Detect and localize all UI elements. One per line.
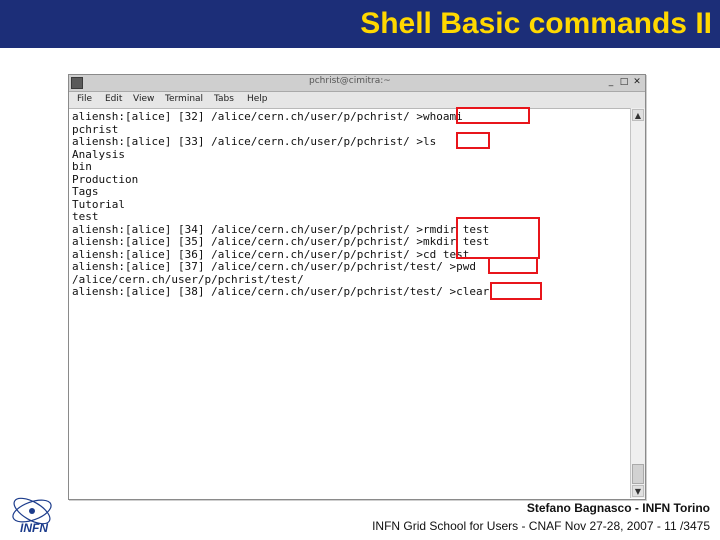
scroll-down-arrow-icon[interactable]: ▼ — [632, 485, 644, 497]
terminal-line: Tags — [72, 185, 99, 198]
terminal-line: Production — [72, 172, 139, 186]
terminal-line: Analysis — [72, 147, 125, 161]
highlight-dir-commands — [456, 217, 540, 259]
highlight-clear — [490, 282, 542, 300]
slide-title-bar: Shell Basic commands II — [0, 0, 720, 48]
window-title: pchrist@cimitra:~ — [309, 76, 391, 86]
terminal-line: aliensh:[alice] [32] /alice/cern.ch/user… — [72, 110, 463, 123]
terminal-line: aliensh:[alice] [37] /alice/cern.ch/user… — [72, 260, 476, 273]
terminal-line: aliensh:[alice] [38] /alice/cern.ch/user… — [72, 285, 490, 298]
scroll-up-arrow-icon[interactable]: ▲ — [632, 109, 644, 121]
menu-view[interactable]: View — [133, 94, 154, 104]
terminal-scrollbar[interactable]: ▲ ▼ — [630, 108, 645, 498]
menu-bar: File Edit View Terminal Tabs Help — [69, 92, 645, 109]
infn-logo: INFN — [12, 497, 52, 535]
menu-file[interactable]: File — [77, 94, 92, 104]
terminal-line: aliensh:[alice] [35] /alice/cern.ch/user… — [72, 235, 490, 248]
terminal-line: bin — [72, 160, 92, 173]
window-titlebar[interactable]: pchrist@cimitra:~ _ □ ✕ — [69, 75, 645, 92]
menu-tabs[interactable]: Tabs — [214, 94, 234, 104]
menu-help[interactable]: Help — [247, 94, 268, 104]
menu-terminal[interactable]: Terminal — [165, 94, 203, 104]
terminal-output[interactable]: aliensh:[alice] [32] /alice/cern.ch/user… — [72, 111, 628, 495]
footer-author: Stefano Bagnasco - INFN Torino — [526, 501, 710, 515]
highlight-whoami — [456, 107, 530, 124]
maximize-button[interactable]: □ — [618, 76, 630, 88]
highlight-pwd — [488, 257, 538, 274]
menu-edit[interactable]: Edit — [105, 94, 122, 104]
terminal-line: aliensh:[alice] [36] /alice/cern.ch/user… — [72, 247, 470, 261]
terminal-line: aliensh:[alice] [34] /alice/cern.ch/user… — [72, 222, 490, 236]
minimize-button[interactable]: _ — [605, 76, 617, 88]
terminal-window[interactable]: pchrist@cimitra:~ _ □ ✕ File Edit View T… — [68, 74, 646, 500]
scroll-thumb[interactable] — [632, 464, 644, 484]
close-button[interactable]: ✕ — [631, 76, 643, 88]
terminal-line: test — [72, 210, 99, 223]
highlight-ls — [456, 132, 490, 149]
logo-text: INFN — [20, 521, 48, 535]
terminal-line: /alice/cern.ch/user/p/pchrist/test/ — [72, 272, 304, 286]
terminal-line: Tutorial — [72, 197, 125, 211]
terminal-line: pchrist — [72, 122, 119, 136]
footer-event: INFN Grid School for Users - CNAF Nov 27… — [372, 519, 710, 533]
terminal-line: aliensh:[alice] [33] /alice/cern.ch/user… — [72, 135, 437, 148]
slide-title: Shell Basic commands II — [360, 7, 712, 40]
terminal-icon — [71, 77, 83, 89]
